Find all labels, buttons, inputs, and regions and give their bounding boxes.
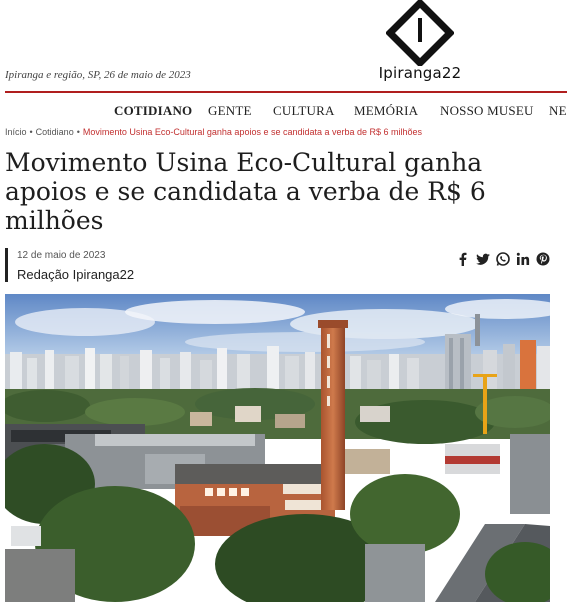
nav-item-ne[interactable]: NE [549,103,567,119]
site-header: Ipiranga e região, SP, 26 de maio de 202… [0,0,567,92]
pinterest-icon[interactable] [535,251,551,267]
nav-item-memoria[interactable]: MEMÓRIA [354,103,418,119]
twitter-icon[interactable] [475,251,491,267]
nav-item-cotidiano[interactable]: COTIDIANO [114,103,192,119]
nav-item-cultura[interactable]: CULTURA [273,103,335,119]
site-logo[interactable]: Ipiranga22 [372,0,468,90]
facebook-icon[interactable] [455,251,471,267]
nav-item-gente[interactable]: GENTE [208,103,252,119]
article-date: 12 de maio de 2023 [17,250,106,261]
breadcrumb-section[interactable]: Cotidiano [36,127,74,137]
breadcrumb-separator: • [76,127,80,137]
breadcrumb-separator: • [29,127,33,137]
article-hero-image [5,294,550,602]
logo-diamond-icon [386,0,454,66]
logo-text: Ipiranga22 [378,64,462,82]
breadcrumb-home[interactable]: Início [5,127,27,137]
header-divider [5,91,567,93]
article-title: Movimento Usina Eco-Cultural ganha apoio… [5,148,486,235]
dateline: Ipiranga e região, SP, 26 de maio de 202… [5,69,191,81]
nav-item-nosso-museu[interactable]: NOSSO MUSEU [440,103,534,119]
linkedin-icon[interactable] [515,251,531,267]
breadcrumb: Início • Cotidiano • Movimento Usina Eco-Cul… [5,127,422,137]
breadcrumb-current: Movimento Usina Eco-Cultural ganha apoio… [82,127,423,137]
article-meta: 12 de maio de 2023 Redação Ipiranga22 [5,248,134,282]
city-photo [5,294,550,602]
main-nav: COTIDIANO GENTE CULTURA MEMÓRIA NOSSO MU… [0,100,567,122]
article-author[interactable]: Redação Ipiranga22 [17,266,134,284]
whatsapp-icon[interactable] [495,251,511,267]
